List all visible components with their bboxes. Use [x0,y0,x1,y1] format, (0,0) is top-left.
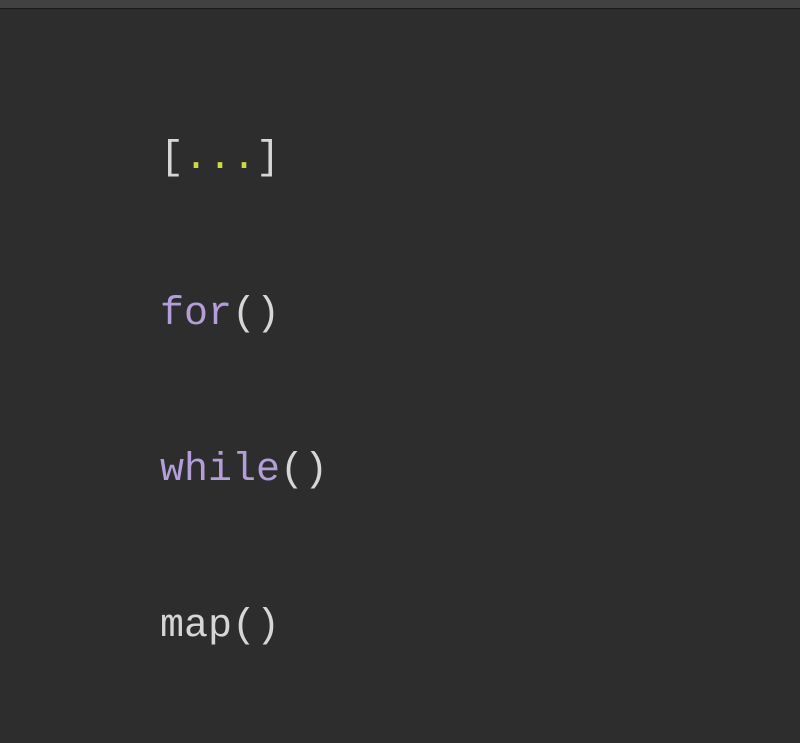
parens: () [232,604,280,649]
code-line: [...] [160,133,800,185]
code-line: for() [160,289,800,341]
spread-dots: ... [184,136,256,181]
parens: () [232,292,280,337]
bracket-close: ] [256,136,280,181]
keyword-while: while [160,448,280,493]
window-title-bar [0,0,800,9]
code-line: map() [160,601,800,653]
identifier: map [160,604,232,649]
code-editor[interactable]: [...] for() while() map() filter() reduc… [0,9,800,743]
bracket-open: [ [160,136,184,181]
parens: () [280,448,328,493]
keyword-for: for [160,292,232,337]
code-line: while() [160,445,800,497]
